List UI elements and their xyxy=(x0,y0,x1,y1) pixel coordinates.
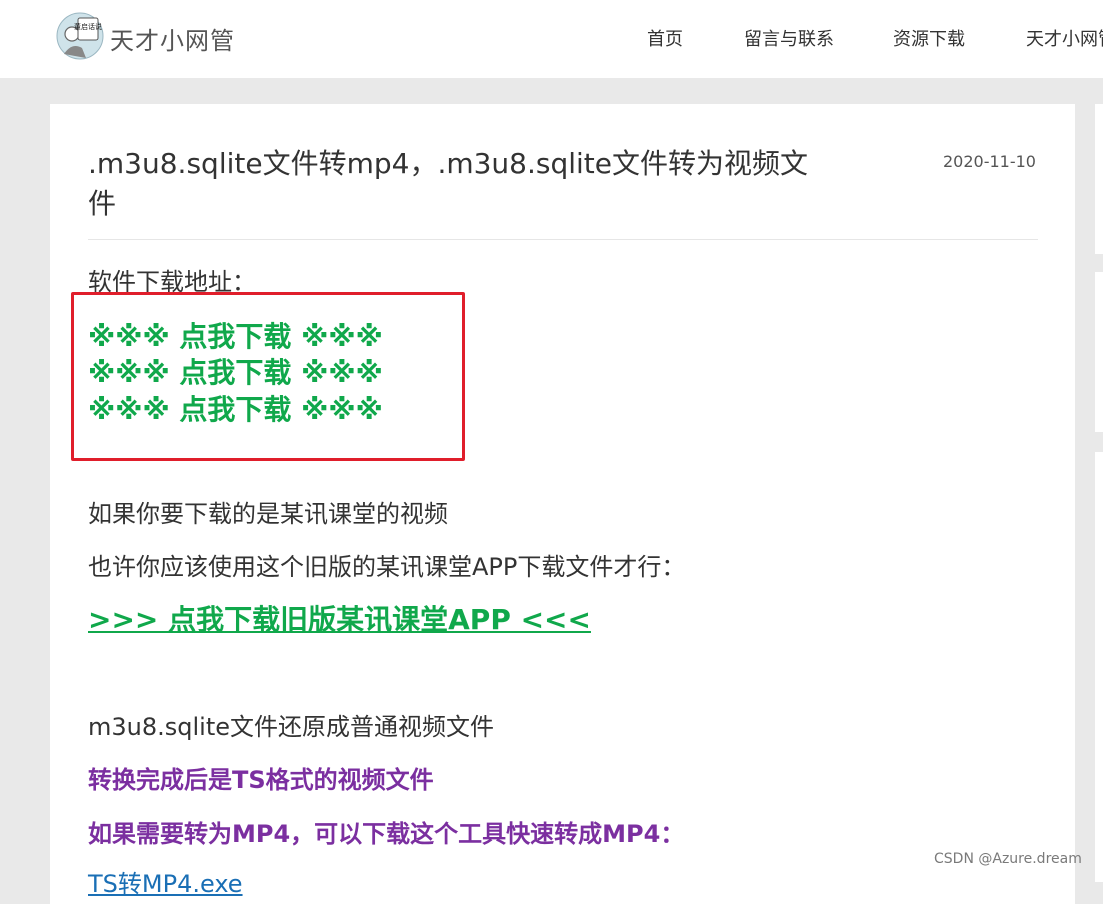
site-name[interactable]: 天才小网管 xyxy=(110,21,235,56)
sidebar-card xyxy=(1095,452,1103,882)
paragraph: 也许你应该使用这个旧版的某讯课堂APP下载文件才行： xyxy=(88,553,686,581)
ts-to-mp4-link[interactable]: TS转MP4.exe xyxy=(88,864,243,899)
old-app-download-link[interactable]: >>> 点我下载旧版某讯课堂APP <<< xyxy=(88,598,591,638)
paragraph: 如果你要下载的是某讯课堂的视频 xyxy=(88,500,448,528)
download-link[interactable]: ※※※ 点我下载 ※※※ xyxy=(88,315,383,355)
nav-item-downloads[interactable]: 资源下载 xyxy=(893,25,965,51)
download-link[interactable]: ※※※ 点我下载 ※※※ xyxy=(88,388,383,428)
watermark: CSDN @Azure.dream xyxy=(934,851,1082,867)
paragraph: m3u8.sqlite文件还原成普通视频文件 xyxy=(88,713,495,741)
purple-note: 转换完成后是TS格式的视频文件 xyxy=(88,766,434,794)
site-logo[interactable]: 董启话说 xyxy=(56,12,104,60)
logo-text: 董启话说 xyxy=(74,22,102,31)
title-divider xyxy=(88,239,1038,240)
nav-item-site[interactable]: 天才小网管 xyxy=(1026,25,1103,51)
article-title: .m3u8.sqlite文件转mp4，.m3u8.sqlite文件转为视频文件 xyxy=(88,147,809,220)
download-link[interactable]: ※※※ 点我下载 ※※※ xyxy=(88,351,383,391)
article-card: .m3u8.sqlite文件转mp4，.m3u8.sqlite文件转为视频文件 … xyxy=(50,104,1075,904)
sidebar-card xyxy=(1095,104,1103,254)
article-date: 2020-11-10 xyxy=(943,152,1036,171)
sidebar-card xyxy=(1095,272,1103,432)
site-header: 董启话说 天才小网管 首页 留言与联系 资源下载 天才小网管 xyxy=(0,0,1103,78)
purple-note: 如果需要转为MP4，可以下载这个工具快速转成MP4： xyxy=(88,820,685,848)
nav-item-contact[interactable]: 留言与联系 xyxy=(744,25,834,51)
nav-item-home[interactable]: 首页 xyxy=(647,25,683,51)
